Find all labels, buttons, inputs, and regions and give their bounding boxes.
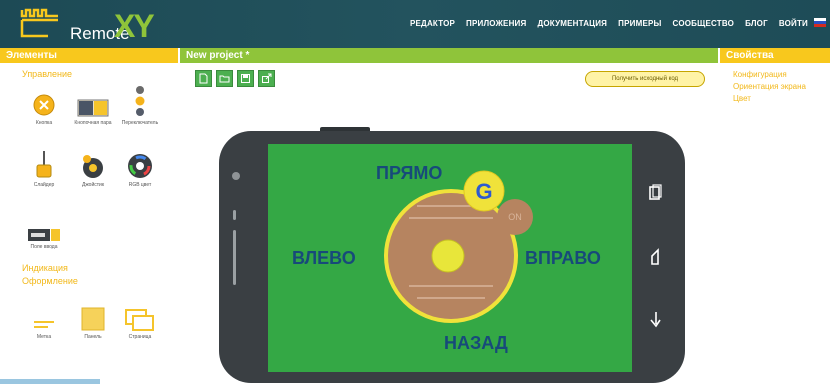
text-edit-icon [28, 229, 60, 241]
widget-text-edit-label: Поле ввода [30, 244, 58, 250]
export-tool-button[interactable] [258, 70, 275, 87]
get-source-code-button[interactable]: Получить исходный код [585, 71, 705, 87]
recent-apps-icon[interactable] [646, 184, 664, 202]
nav-item-examples[interactable]: ПРИМЕРЫ [618, 19, 661, 28]
nav-item-apps[interactable]: ПРИЛОЖЕНИЯ [466, 19, 526, 28]
widget-text-edit[interactable]: Поле ввода [24, 211, 64, 250]
traffic-switch-icon [135, 86, 145, 116]
button-icon [33, 94, 55, 116]
widget-panel-label: Панель [84, 334, 102, 340]
section-decoration-label: Оформление [22, 276, 78, 286]
widget-page-label: Страница [128, 334, 152, 340]
widget-joystick[interactable]: Джойстик [73, 149, 113, 188]
sidebar-title: Элементы [0, 48, 178, 63]
top-header: Remote XY РЕДАКТОР ПРИЛОЖЕНИЯ ДОКУМЕНТАЦ… [0, 0, 830, 48]
widget-button[interactable]: Кнопка [24, 87, 64, 126]
slider-icon [36, 151, 52, 178]
direction-down-label: НАЗАД [444, 333, 508, 353]
direction-right-label: ВПРАВО [525, 248, 601, 268]
phone-camera-icon [232, 172, 240, 180]
phone-side-strip [233, 230, 236, 285]
editor-toolbar [195, 70, 275, 87]
elements-sidebar: Управление Кнопка Кнопочная пара Переклю… [0, 63, 178, 384]
section-indication-label: Индикация [22, 263, 68, 273]
save-icon [241, 74, 250, 83]
home-icon[interactable] [646, 248, 664, 266]
widget-toggle-label: Переключатель [121, 120, 159, 126]
nav-item-login[interactable]: ВОЙТИ [779, 19, 808, 28]
widget-rgb[interactable]: RGB цвет [120, 149, 160, 188]
widget-page[interactable]: Страница [120, 301, 160, 340]
save-tool-button[interactable] [237, 70, 254, 87]
widget-button-label: Кнопка [35, 120, 53, 126]
open-tool-button[interactable] [216, 70, 233, 87]
logo-graphic-icon [20, 8, 58, 38]
panel-icon [81, 307, 105, 331]
widget-slider[interactable]: Слайдер [24, 149, 64, 188]
g-badge-letter: G [475, 179, 492, 204]
nav-item-editor[interactable]: РЕДАКТОР [410, 19, 455, 28]
project-title: New project * [180, 48, 718, 63]
direction-left-label: ВЛЕВО [292, 248, 356, 268]
new-file-icon [199, 73, 208, 84]
label-icon [34, 321, 54, 328]
properties-panel: Конфигурация Ориентация экрана Цвет [733, 69, 830, 105]
g-badge-icon[interactable]: G [462, 169, 506, 213]
property-color[interactable]: Цвет [733, 93, 830, 105]
direction-up-label: ПРЯМО [376, 163, 443, 183]
phone-sensor [233, 210, 236, 220]
nav-item-docs[interactable]: ДОКУМЕНТАЦИЯ [537, 19, 607, 28]
widget-switch-label: Кнопочная пара [74, 120, 112, 126]
on-label: ON [508, 212, 522, 222]
export-icon [262, 73, 272, 83]
logo[interactable]: Remote XY [18, 6, 168, 46]
properties-title: Свойства [720, 48, 830, 63]
widget-switch[interactable]: Кнопочная пара [73, 87, 113, 126]
page-icon [125, 309, 154, 331]
property-config[interactable]: Конфигурация [733, 69, 830, 81]
bottom-scroll-strip[interactable] [0, 379, 100, 384]
language-flag-icon[interactable] [814, 18, 826, 27]
widget-label-label: Метка [36, 334, 52, 340]
nav-item-blog[interactable]: БЛОГ [745, 19, 768, 28]
widget-joystick-label: Джойстик [81, 182, 105, 188]
widget-toggle[interactable]: Переключатель [120, 86, 160, 126]
new-tool-button[interactable] [195, 70, 212, 87]
switch-icon [77, 99, 109, 117]
joystick-icon [83, 155, 103, 178]
logo-xy: XY [114, 8, 155, 44]
back-icon[interactable] [646, 310, 664, 328]
folder-icon [219, 75, 230, 83]
nav-item-community[interactable]: СООБЩЕСТВО [673, 19, 735, 28]
property-orientation[interactable]: Ориентация экрана [733, 81, 830, 93]
widget-label[interactable]: Метка [24, 301, 64, 340]
widget-rgb-label: RGB цвет [128, 182, 152, 188]
main-nav: РЕДАКТОР ПРИЛОЖЕНИЯ ДОКУМЕНТАЦИЯ ПРИМЕРЫ… [410, 19, 808, 28]
color-wheel-icon [128, 154, 152, 178]
widget-panel[interactable]: Панель [73, 301, 113, 340]
section-controls-label: Управление [22, 69, 73, 79]
widget-slider-label: Слайдер [33, 182, 55, 188]
